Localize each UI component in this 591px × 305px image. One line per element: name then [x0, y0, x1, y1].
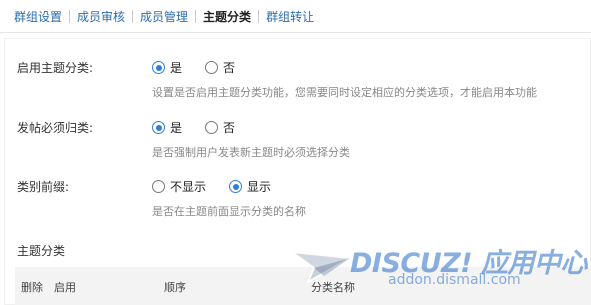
required-category-yes-text: 是 [170, 121, 183, 135]
prefix-hide-option[interactable]: 不显示 [152, 178, 206, 195]
required-category-description: 是否强制用户发表新主题时必须选择分类 [152, 146, 350, 159]
tab-divider [258, 9, 260, 23]
enable-category-description: 设置是否启用主题分类功能，您需要同时设定相应的分类选项，才能启用本功能 [152, 86, 537, 99]
tab-thread-categories[interactable]: 主题分类 [203, 8, 251, 25]
prefix-description: 是否在主题前面显示分类的名称 [152, 205, 306, 218]
prefix-hide-radio[interactable] [152, 180, 165, 193]
required-category-no-text: 否 [223, 121, 236, 135]
enable-category-no-option[interactable]: 否 [205, 59, 235, 76]
tab-divider [132, 9, 134, 23]
prefix-hide-text: 不显示 [170, 180, 207, 194]
required-category-yes-radio[interactable] [152, 121, 165, 134]
prefix-show-option[interactable]: 显示 [229, 178, 271, 195]
required-category-yes-option[interactable]: 是 [152, 119, 182, 136]
tab-group-settings[interactable]: 群组设置 [14, 8, 62, 25]
tab-member-review[interactable]: 成员审核 [77, 8, 125, 25]
enable-category-yes-radio[interactable] [152, 61, 165, 74]
tab-group-transfer[interactable]: 群组转让 [266, 8, 314, 25]
column-enable: 启用 [54, 281, 76, 294]
enable-category-options: 是 否 [152, 59, 258, 76]
column-order: 顺序 [164, 281, 186, 294]
prefix-show-text: 显示 [247, 180, 272, 194]
required-category-no-radio[interactable] [205, 121, 219, 134]
prefix-options: 不显示 显示 [152, 178, 294, 195]
required-category-options: 是 否 [152, 119, 258, 136]
tab-member-management[interactable]: 成员管理 [140, 8, 188, 25]
enable-category-yes-text: 是 [170, 61, 183, 75]
prefix-show-radio[interactable] [229, 180, 243, 193]
category-table-header: 删除 启用 顺序 分类名称 [15, 267, 591, 305]
enable-category-no-text: 否 [223, 61, 236, 75]
enable-category-no-radio[interactable] [205, 61, 219, 74]
prefix-label: 类别前缀: [17, 180, 70, 194]
tab-divider [69, 9, 71, 23]
settings-panel: 启用主题分类: 是 否 设置是否启用主题分类功能，您需要同时设定相应的分类选项，… [4, 38, 591, 305]
tab-divider [195, 9, 197, 23]
enable-category-yes-option[interactable]: 是 [152, 59, 182, 76]
required-category-no-option[interactable]: 否 [205, 119, 235, 136]
category-section-title: 主题分类 [17, 244, 66, 258]
tab-bar: 群组设置 成员审核 成员管理 主题分类 群组转让 [0, 0, 591, 33]
column-category-name: 分类名称 [311, 281, 355, 294]
enable-category-label: 启用主题分类: [17, 61, 94, 75]
required-category-label: 发帖必须归类: [17, 121, 94, 135]
column-delete: 删除 [21, 281, 43, 294]
